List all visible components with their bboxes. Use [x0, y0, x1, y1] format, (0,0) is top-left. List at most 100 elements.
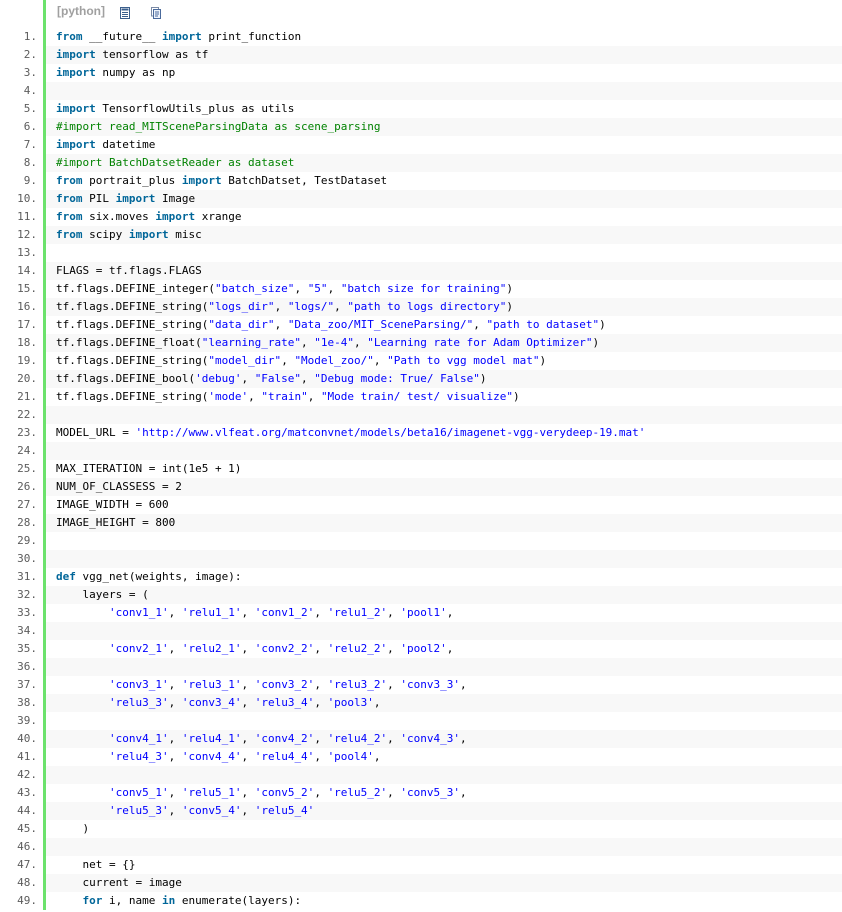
code-text: #import read_MITSceneParsingData as scen…: [56, 118, 381, 136]
code-line: 26. NUM_OF_CLASSESS = 2: [0, 478, 842, 496]
line-number: 11.: [17, 210, 37, 223]
code-token: ): [539, 354, 547, 367]
code-line: 25. MAX_ITERATION = int(1e5 + 1): [0, 460, 842, 478]
code-keyword: import: [56, 66, 96, 79]
line-content: import TensorflowUtils_plus as utils: [46, 100, 842, 118]
line-content: #import BatchDatsetReader as dataset: [46, 154, 842, 172]
code-string: "Data_zoo/MIT_SceneParsing/": [287, 318, 474, 331]
code-line: 36.: [0, 658, 842, 676]
line-number: 1.: [23, 30, 37, 43]
code-string: "model_dir": [208, 354, 282, 367]
code-line: 49. for i, name in enumerate(layers):: [0, 892, 842, 910]
code-string: "path to logs directory": [347, 300, 507, 313]
code-token: ,: [373, 354, 388, 367]
code-text: 'relu5_3', 'conv5_4', 'relu5_4': [56, 802, 314, 820]
code-string: 'relu4_4': [254, 750, 315, 763]
line-content: 'conv2_1', 'relu2_1', 'conv2_2', 'relu2_…: [46, 640, 842, 658]
code-string: 'conv3_4': [181, 696, 242, 709]
code-string: 'relu4_3': [108, 750, 169, 763]
code-line: 43. 'conv5_1', 'relu5_1', 'conv5_2', 're…: [0, 784, 842, 802]
code-line: 21. tf.flags.DEFINE_string('mode', "train…: [0, 388, 842, 406]
code-line: 16. tf.flags.DEFINE_string("logs_dir", "l…: [0, 298, 842, 316]
code-line: 12. from scipy import misc: [0, 226, 842, 244]
code-token: ,: [168, 696, 182, 709]
code-text: for i, name in enumerate(layers):: [56, 892, 302, 910]
code-token: ,: [314, 606, 328, 619]
code-string: 'pool2': [400, 642, 447, 655]
code-text: ): [56, 820, 89, 838]
line-number: 28.: [17, 516, 37, 529]
line-number: 3.: [23, 66, 37, 79]
line-content: net = {}: [46, 856, 842, 874]
code-string: "Mode train/ test/ visualize": [320, 390, 513, 403]
code-token: ,: [248, 390, 262, 403]
code-token: tf.flags.DEFINE_string(: [56, 390, 209, 403]
code-keyword: in: [161, 894, 176, 907]
line-number: 21.: [17, 390, 37, 403]
line-content: [46, 712, 842, 730]
code-line: 18. tf.flags.DEFINE_float("learning_rate"…: [0, 334, 842, 352]
code-keyword: import: [56, 102, 96, 115]
code-text: 'conv5_1', 'relu5_1', 'conv5_2', 'relu5_…: [56, 784, 467, 802]
code-token: NUM_OF_CLASSESS = 2: [56, 480, 182, 493]
line-number: 14.: [17, 264, 37, 277]
code-string: "learning_rate": [201, 336, 302, 349]
code-string: "data_dir": [208, 318, 275, 331]
code-text: tf.flags.DEFINE_integer("batch_size", "5…: [56, 280, 513, 298]
code-token: tf.flags.DEFINE_string(: [56, 354, 209, 367]
line-number: 10.: [17, 192, 37, 205]
code-keyword: import: [128, 228, 169, 241]
code-token: ,: [473, 318, 487, 331]
line-content: [46, 532, 842, 550]
code-line: 44. 'relu5_3', 'conv5_4', 'relu5_4': [0, 802, 842, 820]
line-number: 31.: [17, 570, 37, 583]
code-token: ,: [241, 696, 255, 709]
code-string: "batch_size": [214, 282, 295, 295]
code-token: ): [513, 390, 520, 403]
code-string: 'relu1_2': [327, 606, 388, 619]
line-content: [46, 406, 842, 424]
code-string: 'relu5_2': [327, 786, 388, 799]
code-string: "Learning rate for Adam Optimizer": [367, 336, 593, 349]
line-number: 25.: [17, 462, 37, 475]
code-string: 'conv5_3': [400, 786, 461, 799]
code-string: "Model_zoo/": [294, 354, 374, 367]
code-token: MAX_ITERATION = int(1e5 + 1): [56, 462, 242, 475]
code-keyword: for: [82, 894, 103, 907]
code-token: ,: [373, 750, 381, 763]
code-line: 17. tf.flags.DEFINE_string("data_dir", "D…: [0, 316, 842, 334]
line-number: 37.: [17, 678, 37, 691]
line-content: [46, 658, 842, 676]
code-line: 34.: [0, 622, 842, 640]
code-string: 'relu4_1': [181, 732, 242, 745]
view-source-icon[interactable]: [119, 4, 131, 19]
code-keyword: import: [155, 210, 196, 223]
line-number: 40.: [17, 732, 37, 745]
line-content: 'conv1_1', 'relu1_1', 'conv1_2', 'relu1_…: [46, 604, 842, 622]
code-block: [python] 1. from __future__ import print_…: [0, 0, 842, 912]
code-line: 28. IMAGE_HEIGHT = 800: [0, 514, 842, 532]
code-line: 37. 'conv3_1', 'relu3_1', 'conv3_2', 're…: [0, 676, 842, 694]
code-line: 6. #import read_MITSceneParsingData as sc…: [0, 118, 842, 136]
line-number: 29.: [17, 534, 37, 547]
code-token: ,: [274, 318, 288, 331]
code-line: 9. from portrait_plus import BatchDatset,…: [0, 172, 842, 190]
line-content: IMAGE_HEIGHT = 800: [46, 514, 842, 532]
code-line: 7. import datetime: [0, 136, 842, 154]
code-line: 46.: [0, 838, 842, 856]
line-number: 4.: [23, 84, 37, 97]
copy-icon[interactable]: [150, 4, 162, 19]
code-token: ): [592, 336, 600, 349]
line-number: 45.: [17, 822, 37, 835]
code-token: FLAGS = tf.flags.FLAGS: [56, 264, 202, 277]
code-token: vgg_net(weights, image):: [75, 570, 242, 583]
line-content: [46, 550, 842, 568]
line-number: 41.: [17, 750, 37, 763]
code-line: 1. from __future__ import print_function: [0, 28, 842, 46]
line-number: 8.: [23, 156, 37, 169]
line-number: 39.: [17, 714, 37, 727]
line-content: [46, 766, 842, 784]
code-string: 'conv3_2': [254, 678, 315, 691]
